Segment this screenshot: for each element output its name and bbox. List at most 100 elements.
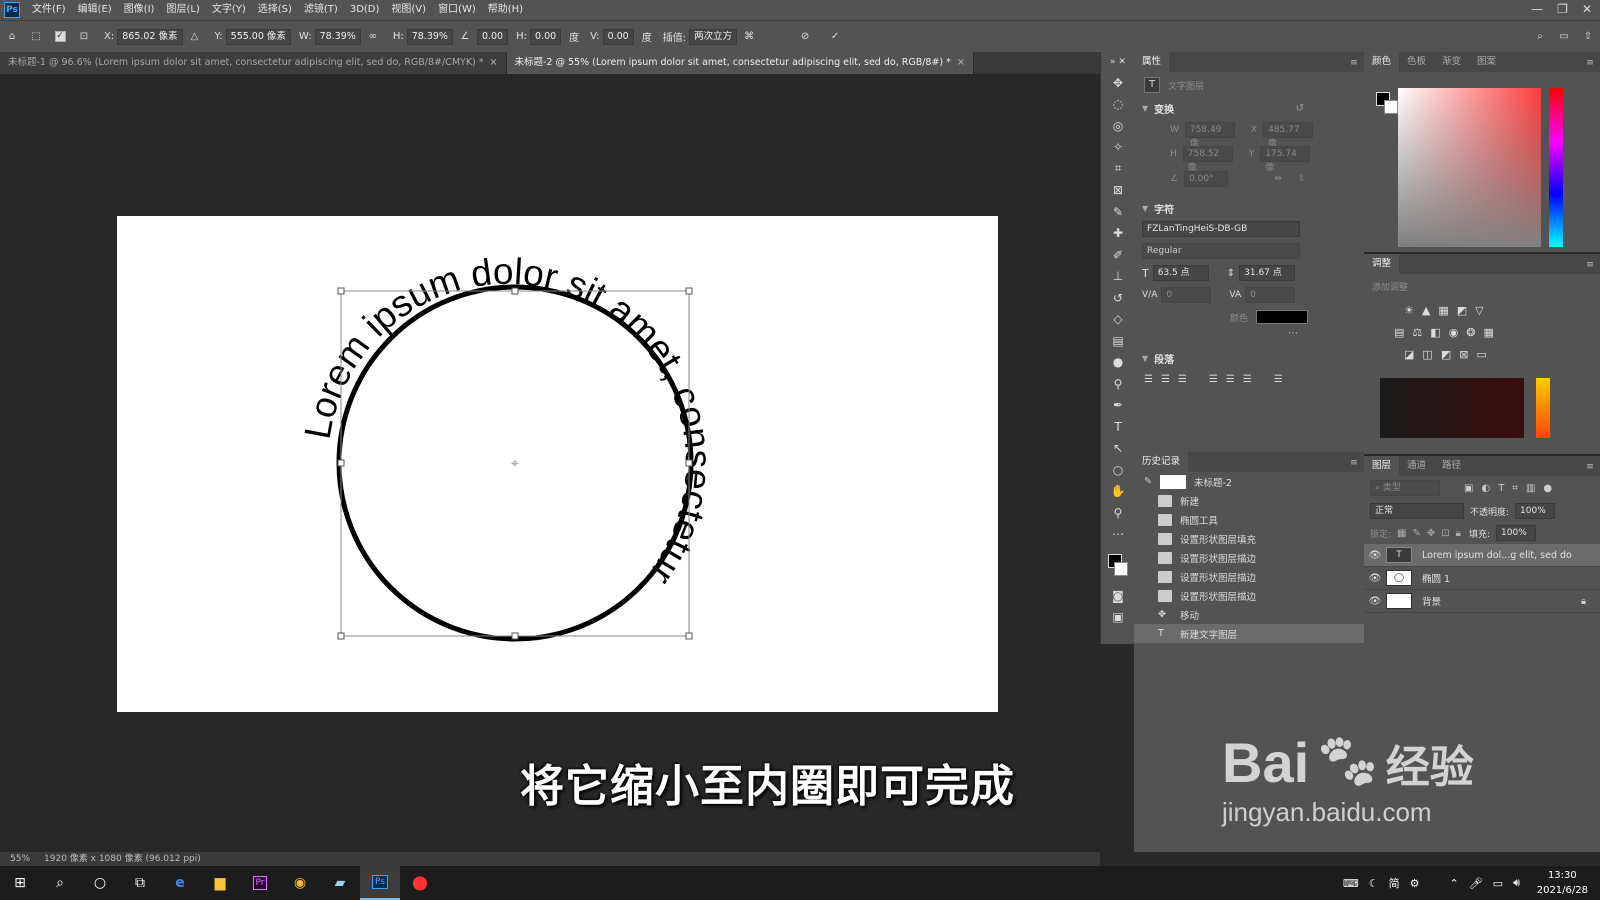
- pen-tool-icon[interactable]: ✒: [1101, 395, 1135, 417]
- photo-filter-icon[interactable]: ◉: [1449, 326, 1459, 339]
- history-item[interactable]: 设置形状图层描边: [1134, 548, 1364, 567]
- panel-menu-icon[interactable]: ≡: [1350, 57, 1358, 68]
- tab-document-1[interactable]: 未标题-1 @ 96.6% (Lorem ipsum dolor sit ame…: [0, 52, 507, 74]
- eyedropper-icon[interactable]: ✎: [1101, 201, 1135, 223]
- layer-name[interactable]: 椭圆 1: [1422, 571, 1450, 585]
- tab-color[interactable]: 颜色: [1364, 52, 1400, 72]
- history-item[interactable]: 新建: [1134, 491, 1364, 510]
- move-tool-icon[interactable]: ✥: [1101, 72, 1135, 94]
- gradient-tool-icon[interactable]: ▤: [1101, 330, 1135, 352]
- black-white-icon[interactable]: ◧: [1430, 326, 1440, 339]
- reference-point-icon[interactable]: ⊡: [76, 29, 92, 45]
- tab-gradients[interactable]: 渐变: [1434, 52, 1469, 72]
- lasso-tool-icon[interactable]: ◎: [1101, 115, 1135, 137]
- healing-brush-icon[interactable]: ✚: [1101, 223, 1135, 245]
- curves-icon[interactable]: ▦: [1438, 304, 1448, 317]
- posterize-icon[interactable]: ◫: [1422, 348, 1432, 361]
- menu-file[interactable]: 文件(F): [26, 0, 72, 20]
- filter-smart-icon[interactable]: ▥: [1526, 483, 1535, 494]
- layer-row-ellipse[interactable]: 👁︎ ◯ 椭圆 1: [1364, 567, 1600, 590]
- document-canvas[interactable]: Lorem ipsum dolor sit amet, consectetur …: [117, 216, 998, 712]
- align-center-icon[interactable]: ☰: [1161, 374, 1170, 385]
- filter-pixel-icon[interactable]: ▣: [1464, 483, 1473, 494]
- chevron-up-icon[interactable]: ⌃: [1449, 877, 1458, 890]
- chrome-icon[interactable]: ◉: [280, 866, 320, 900]
- network-icon[interactable]: ▭: [1493, 877, 1503, 890]
- close-icon[interactable]: ✕: [1582, 0, 1592, 18]
- visibility-eye-icon[interactable]: 👁︎: [1364, 573, 1386, 584]
- tab-properties[interactable]: 属性: [1134, 52, 1170, 72]
- character-section-title[interactable]: ▼ 字符: [1134, 198, 1364, 218]
- visibility-eye-icon[interactable]: 👁︎: [1364, 550, 1386, 561]
- notepad-icon[interactable]: ▰: [320, 866, 360, 900]
- transform-height-field[interactable]: 758.52 像: [1182, 146, 1233, 173]
- link-icon[interactable]: ∞: [365, 29, 381, 45]
- ime-label[interactable]: 简: [1389, 875, 1400, 891]
- lock-all-icon[interactable]: 🔒︎: [1456, 528, 1461, 539]
- height-input[interactable]: 78.39%: [406, 28, 453, 45]
- font-size-input[interactable]: 63.5 点: [1152, 265, 1209, 281]
- brightness-icon[interactable]: ☀: [1404, 304, 1414, 317]
- justify-center-icon[interactable]: ☰: [1226, 374, 1235, 385]
- opacity-input[interactable]: 100%: [1515, 503, 1556, 519]
- search-icon[interactable]: ⌕: [1532, 29, 1548, 45]
- path-select-icon[interactable]: ↖: [1101, 438, 1135, 460]
- search-icon[interactable]: ⌕: [40, 866, 80, 900]
- ellipse-tool-icon[interactable]: ○: [1101, 459, 1135, 481]
- tab-document-2[interactable]: 未标题-2 @ 55% (Lorem ipsum dolor sit amet,…: [506, 52, 974, 74]
- levels-icon[interactable]: ▲: [1422, 304, 1430, 317]
- visibility-eye-icon[interactable]: 👁︎: [1364, 596, 1386, 607]
- restore-icon[interactable]: ❐: [1557, 0, 1568, 18]
- keyboard-icon[interactable]: ⌨: [1343, 877, 1359, 890]
- color-field-dark[interactable]: [1380, 378, 1524, 438]
- hand-tool-icon[interactable]: ✋: [1101, 481, 1135, 503]
- hskew-input[interactable]: 0.00: [530, 28, 562, 45]
- transform-y-field[interactable]: 175.74 像: [1260, 146, 1311, 173]
- menu-layer[interactable]: 图层(L): [160, 0, 205, 20]
- workspace-icon[interactable]: ▭: [1556, 29, 1572, 45]
- task-view-icon[interactable]: ⧉: [120, 866, 160, 900]
- background-color-swatch[interactable]: [1384, 100, 1398, 114]
- layer-name[interactable]: Lorem ipsum dol...g elit, sed do: [1422, 550, 1572, 561]
- fill-input[interactable]: 100%: [1496, 525, 1537, 541]
- hue-slider[interactable]: [1549, 88, 1563, 247]
- panel-menu-icon[interactable]: ≡: [1586, 461, 1594, 472]
- layer-name[interactable]: 背景: [1422, 594, 1441, 608]
- text-color-swatch[interactable]: [1256, 310, 1309, 324]
- transform-angle-field[interactable]: 0.00°: [1184, 171, 1229, 187]
- tab-channels[interactable]: 通道: [1399, 456, 1434, 476]
- flip-horizontal-icon[interactable]: ⇹: [1274, 174, 1282, 184]
- y-input[interactable]: 555.00 像素: [225, 28, 291, 45]
- color-lookup-icon[interactable]: ▦: [1484, 326, 1494, 339]
- more-options-icon[interactable]: ⋯: [1134, 328, 1364, 342]
- warp-mode-icon[interactable]: ⌘: [741, 29, 757, 45]
- ime-moon-icon[interactable]: ☾: [1369, 877, 1379, 890]
- panel-menu-icon[interactable]: ≡: [1586, 259, 1594, 270]
- vibrance-icon[interactable]: ▽: [1475, 304, 1483, 317]
- menu-view[interactable]: 视图(V): [385, 0, 432, 20]
- filter-shape-icon[interactable]: ⌗: [1512, 483, 1518, 494]
- crop-tool-icon[interactable]: ⌗: [1101, 158, 1135, 180]
- dodge-tool-icon[interactable]: ⚲: [1101, 373, 1135, 395]
- x-input[interactable]: 865.02 像素: [117, 28, 183, 45]
- menu-help[interactable]: 帮助(H): [482, 0, 529, 20]
- more-tools-icon[interactable]: ⋯: [1101, 524, 1135, 546]
- panel-collapse-icon[interactable]: » ✕: [1101, 52, 1135, 72]
- zoom-tool-icon[interactable]: ⚲: [1101, 502, 1135, 524]
- file-explorer-icon[interactable]: ▆: [200, 866, 240, 900]
- reference-point-toggle[interactable]: ✓: [52, 29, 68, 45]
- leading-input[interactable]: 31.67 点: [1239, 265, 1296, 281]
- align-left-icon[interactable]: ☰: [1144, 374, 1153, 385]
- exposure-icon[interactable]: ◩: [1457, 304, 1467, 317]
- history-snapshot[interactable]: ✎ 未标题-2: [1134, 472, 1364, 491]
- tracking-input[interactable]: 0: [1245, 287, 1296, 303]
- menu-edit[interactable]: 编辑(E): [72, 0, 118, 20]
- flip-vertical-icon[interactable]: ⇳: [1298, 174, 1306, 184]
- commit-transform-icon[interactable]: ✓: [827, 29, 843, 45]
- invert-icon[interactable]: ◪: [1404, 348, 1414, 361]
- premiere-icon[interactable]: Pr: [240, 866, 280, 900]
- transform-section-title[interactable]: ▼ 变换 ↺: [1134, 98, 1364, 118]
- history-item[interactable]: T 新建文字图层: [1134, 624, 1364, 643]
- layer-row-text[interactable]: 👁︎ T Lorem ipsum dol...g elit, sed do: [1364, 544, 1600, 567]
- threshold-icon[interactable]: ◩: [1441, 348, 1451, 361]
